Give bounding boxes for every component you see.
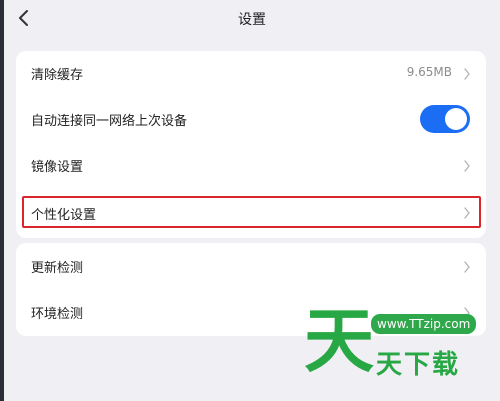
auto-connect-label: 自动连接同一网络上次设备 [31,114,188,129]
chevron-right-icon [464,68,470,80]
mirror-settings-label: 镜像设置 [31,160,84,175]
window-edge [0,0,4,401]
watermark-big-char: 天 [304,300,374,382]
page-title: 设置 [238,12,266,28]
watermark-text: 天下载 [376,350,461,380]
mirror-settings-row[interactable]: 镜像设置 [16,143,486,189]
settings-card-general: 清除缓存 9.65MB 自动连接同一网络上次设备 镜像设置 个性化设置 [16,51,486,238]
cache-size-value: 9.65MB [406,65,452,79]
chevron-right-icon [464,160,470,172]
clear-cache-row[interactable]: 清除缓存 9.65MB [16,51,486,97]
chevron-right-icon [464,261,470,273]
auto-connect-row: 自动连接同一网络上次设备 [16,97,486,143]
toggle-knob [445,108,467,130]
watermark-url: www.TTzip.com [371,314,477,334]
header: 设置 [4,0,500,38]
watermark-logo: 天 www.TTzip.com 天下载 [304,302,490,380]
update-check-label: 更新检测 [31,261,84,276]
update-check-row[interactable]: 更新检测 [16,244,486,290]
clear-cache-label: 清除缓存 [31,68,84,83]
chevron-right-icon [464,207,470,219]
auto-connect-toggle[interactable] [420,105,470,133]
personalization-label: 个性化设置 [31,208,97,223]
environment-check-label: 环境检测 [31,307,84,322]
personalization-row[interactable]: 个性化设置 [16,193,486,239]
